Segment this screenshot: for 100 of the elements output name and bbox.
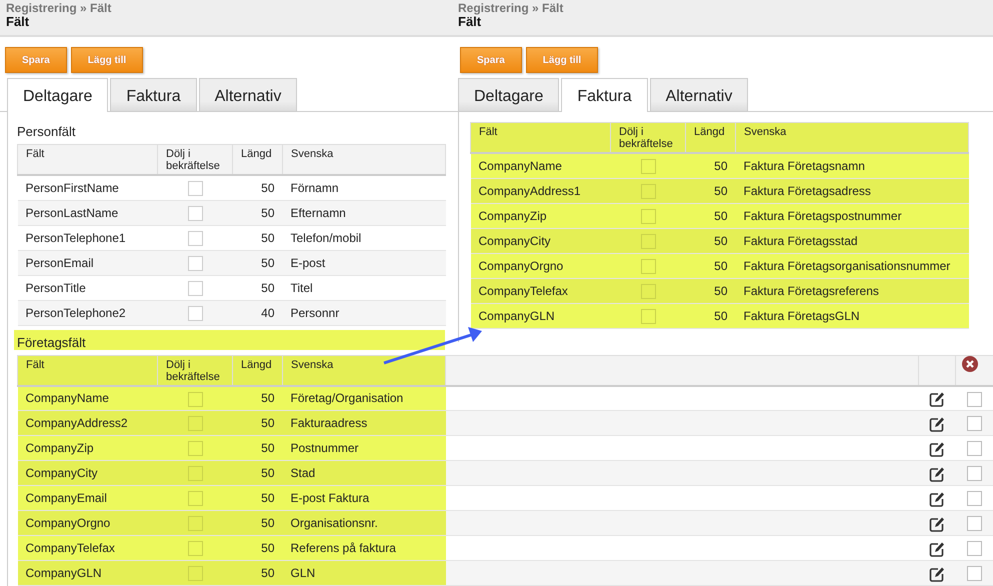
table-cell: CompanyOrgno (470, 253, 610, 278)
column-header: Längd (686, 122, 736, 153)
checkbox[interactable] (967, 441, 982, 456)
table-cell: 50 (714, 284, 728, 298)
tab[interactable]: Faktura (110, 78, 197, 111)
table-cell: CompanyTelefax (18, 536, 158, 560)
table-cell: 50 (261, 206, 274, 220)
edit-icon[interactable] (929, 490, 945, 507)
table-cell: PersonTitle (18, 275, 158, 300)
checkbox[interactable] (188, 181, 202, 196)
column-header: Svenska (282, 355, 446, 386)
table-cell: PersonTelephone2 (18, 300, 158, 325)
table-cell: PersonTelephone1 (18, 225, 158, 250)
table-cell: 50 (261, 516, 274, 530)
checkbox[interactable] (188, 566, 202, 582)
table-cell: Referens på faktura (282, 536, 446, 560)
table-cell: 50 (714, 308, 728, 322)
checkbox[interactable] (640, 208, 656, 224)
table-cell: 50 (261, 541, 274, 555)
delete-icon[interactable] (962, 356, 978, 372)
table-cell: CompanyZip (18, 436, 158, 460)
table-cell: CompanyEmail (18, 486, 158, 510)
checkbox[interactable] (188, 256, 202, 271)
checkbox[interactable] (640, 284, 656, 299)
column-header: Fält (18, 355, 158, 386)
checkbox[interactable] (188, 280, 202, 296)
table-cell: 50 (261, 391, 274, 406)
table-cell: 50 (714, 184, 728, 198)
table-cell: 50 (714, 158, 728, 173)
table-cell: Organisationsnr. (282, 510, 446, 536)
checkbox[interactable] (188, 541, 202, 556)
breadcrumb: Registrering » Fält (6, 1, 112, 15)
checkbox[interactable] (640, 234, 656, 249)
table-cell: E-post Faktura (282, 486, 446, 510)
edit-icon[interactable] (929, 416, 945, 432)
table-cell: CompanyCity (470, 228, 610, 253)
column-header: Fält (470, 122, 610, 153)
table-cell: Personnr (282, 300, 446, 325)
column-header: Längd (232, 355, 282, 386)
table-cell: Faktura FöretagsGLN (736, 303, 968, 328)
table-cell: 50 (714, 258, 728, 272)
edit-icon[interactable] (929, 391, 945, 408)
table-cell: E-post (282, 250, 446, 275)
table-cell: 40 (261, 306, 274, 320)
checkbox[interactable] (188, 441, 202, 456)
checkbox[interactable] (188, 392, 202, 407)
edit-icon[interactable] (929, 466, 945, 482)
checkbox[interactable] (967, 466, 982, 482)
checkbox[interactable] (640, 184, 656, 199)
checkbox[interactable] (188, 491, 202, 506)
checkbox[interactable] (640, 159, 656, 174)
checkbox[interactable] (188, 230, 202, 246)
edit-icon[interactable] (929, 440, 945, 457)
tab[interactable]: Faktura (561, 78, 648, 112)
table-cell: Stad (282, 460, 446, 486)
table-cell: PersonFirstName (18, 175, 158, 200)
table-cell: Faktura Företagspostnummer (736, 203, 968, 228)
table-cell: CompanyName (470, 153, 610, 178)
edit-icon[interactable] (929, 540, 945, 557)
tab[interactable]: Alternativ (650, 78, 748, 111)
column-header: Dölj i bekräftelse (158, 144, 232, 175)
column-header: Fält (18, 144, 158, 175)
tab[interactable]: Alternativ (198, 78, 298, 111)
checkbox[interactable] (188, 416, 202, 432)
edit-icon[interactable] (929, 516, 945, 532)
checkbox[interactable] (967, 541, 982, 556)
checkbox[interactable] (967, 491, 982, 506)
table-cell: Faktura Företagsstad (736, 228, 968, 253)
table-cell: 50 (261, 466, 274, 480)
table-cell: 50 (261, 230, 274, 244)
page-title: Fält (458, 15, 482, 29)
tab[interactable]: Deltagare (458, 78, 560, 111)
column-header: Dölj i bekräftelse (158, 355, 232, 386)
table-cell: Faktura Företagsorganisationsnummer (736, 253, 968, 278)
checkbox[interactable] (640, 308, 656, 324)
checkbox[interactable] (188, 306, 202, 321)
table-cell: CompanyOrgno (18, 510, 158, 536)
page-title: Fält (6, 15, 30, 29)
checkbox[interactable] (640, 258, 656, 274)
checkbox[interactable] (188, 206, 202, 221)
table-cell: CompanyAddress2 (18, 410, 158, 436)
table-cell: Faktura Företagsreferens (736, 278, 968, 303)
table-cell: CompanyCity (18, 460, 158, 486)
column-header: Svenska (736, 122, 968, 153)
table-cell: CompanyTelefax (470, 278, 610, 303)
checkbox[interactable] (967, 392, 982, 407)
checkbox[interactable] (967, 416, 982, 432)
edit-icon[interactable] (929, 566, 945, 582)
checkbox[interactable] (188, 516, 202, 532)
checkbox[interactable] (967, 516, 982, 532)
column-header: Längd (232, 144, 282, 175)
table-cell: 50 (261, 180, 274, 195)
checkbox[interactable] (967, 566, 982, 582)
table-cell: 50 (714, 208, 728, 222)
table-cell: 50 (261, 416, 274, 430)
checkbox[interactable] (188, 466, 202, 482)
table-cell: 50 (261, 280, 274, 294)
table-cell: Företag/Organisation (282, 386, 446, 410)
table-cell: GLN (282, 560, 446, 586)
tab[interactable]: Deltagare (7, 78, 108, 112)
